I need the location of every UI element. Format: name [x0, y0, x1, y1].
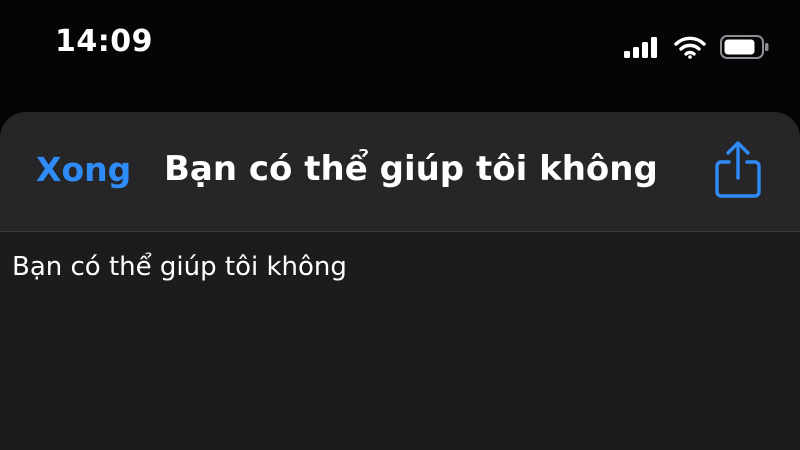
status-icons: [624, 32, 770, 62]
modal-sheet: Xong Bạn có thể giúp tôi không Bạn có th…: [0, 112, 800, 450]
phone-screen: 14:09 Xong Bạn có thể giúp tôi không Bạn…: [0, 0, 800, 450]
share-icon: [712, 141, 764, 204]
translation-text: Bạn có thể giúp tôi không: [12, 252, 347, 282]
status-bar: 14:09: [0, 0, 800, 96]
nav-bar: Xong Bạn có thể giúp tôi không: [0, 112, 800, 232]
battery-icon: [720, 35, 770, 59]
wifi-icon: [674, 35, 706, 59]
page-title: Bạn có thể giúp tôi không: [164, 149, 658, 189]
cellular-signal-icon: [624, 36, 660, 58]
status-time: 14:09: [55, 24, 153, 59]
share-button[interactable]: [712, 140, 764, 200]
done-button[interactable]: Xong: [36, 150, 131, 189]
